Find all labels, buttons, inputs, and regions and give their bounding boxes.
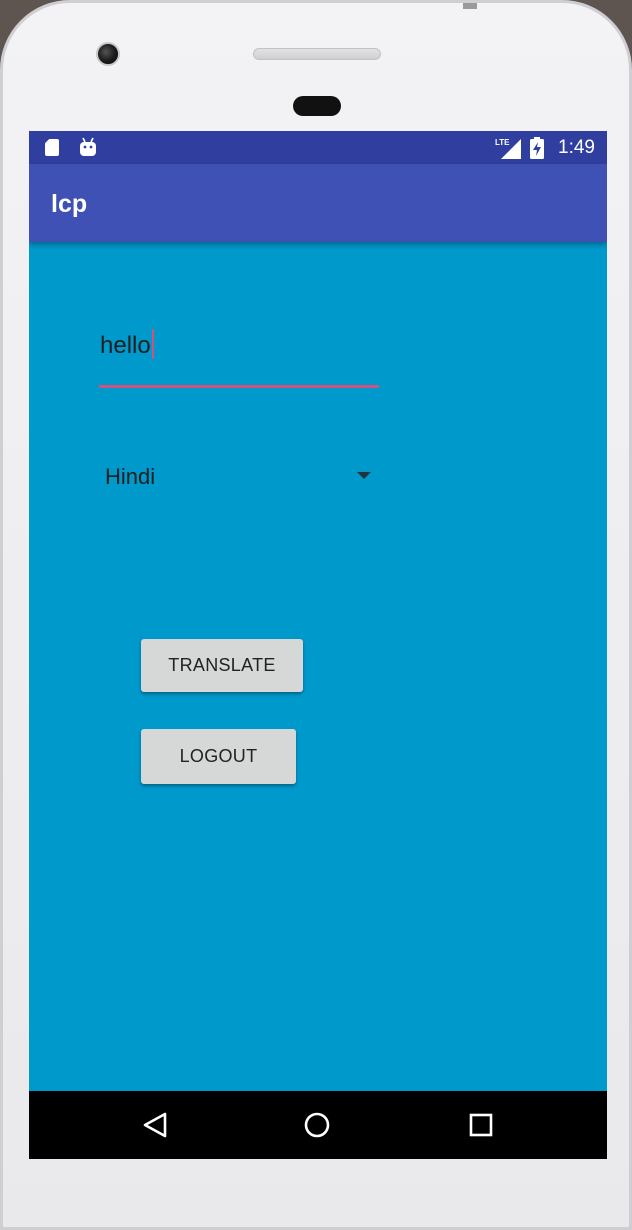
app-title: lcp bbox=[51, 190, 88, 218]
android-icon bbox=[80, 137, 96, 156]
text-input[interactable]: hello bbox=[99, 317, 379, 388]
home-icon[interactable] bbox=[303, 1111, 331, 1139]
battery-charging-icon bbox=[530, 137, 544, 159]
front-camera bbox=[96, 42, 120, 66]
status-clock: 1:49 bbox=[558, 137, 595, 158]
translate-button[interactable]: TRANSLATE bbox=[141, 639, 303, 692]
input-underline bbox=[99, 385, 379, 388]
language-selected: Hindi bbox=[105, 464, 156, 489]
app-bar: lcp bbox=[29, 164, 607, 242]
phone-frame: LTE 1:49 lcp hello Hindi TRANSLATE LOGOU… bbox=[0, 0, 632, 1230]
sd-card-icon bbox=[45, 139, 59, 156]
text-cursor bbox=[151, 329, 154, 359]
lte-signal-icon: LTE bbox=[495, 138, 521, 159]
recents-icon[interactable] bbox=[468, 1112, 494, 1138]
earpiece-speaker bbox=[253, 48, 381, 60]
svg-text:LTE: LTE bbox=[495, 138, 510, 147]
language-spinner[interactable]: Hindi bbox=[99, 451, 379, 497]
status-bar: LTE 1:49 bbox=[29, 131, 607, 164]
text-input-value: hello bbox=[100, 329, 154, 360]
phone-side-button bbox=[463, 3, 477, 9]
back-icon[interactable] bbox=[142, 1111, 168, 1139]
navigation-bar bbox=[29, 1091, 607, 1159]
logout-button[interactable]: LOGOUT bbox=[141, 729, 296, 784]
screen: LTE 1:49 lcp hello Hindi TRANSLATE LOGOU… bbox=[29, 131, 607, 1159]
dropdown-arrow-icon bbox=[357, 472, 371, 479]
text-input-text: hello bbox=[100, 332, 151, 359]
proximity-sensor bbox=[293, 96, 341, 116]
